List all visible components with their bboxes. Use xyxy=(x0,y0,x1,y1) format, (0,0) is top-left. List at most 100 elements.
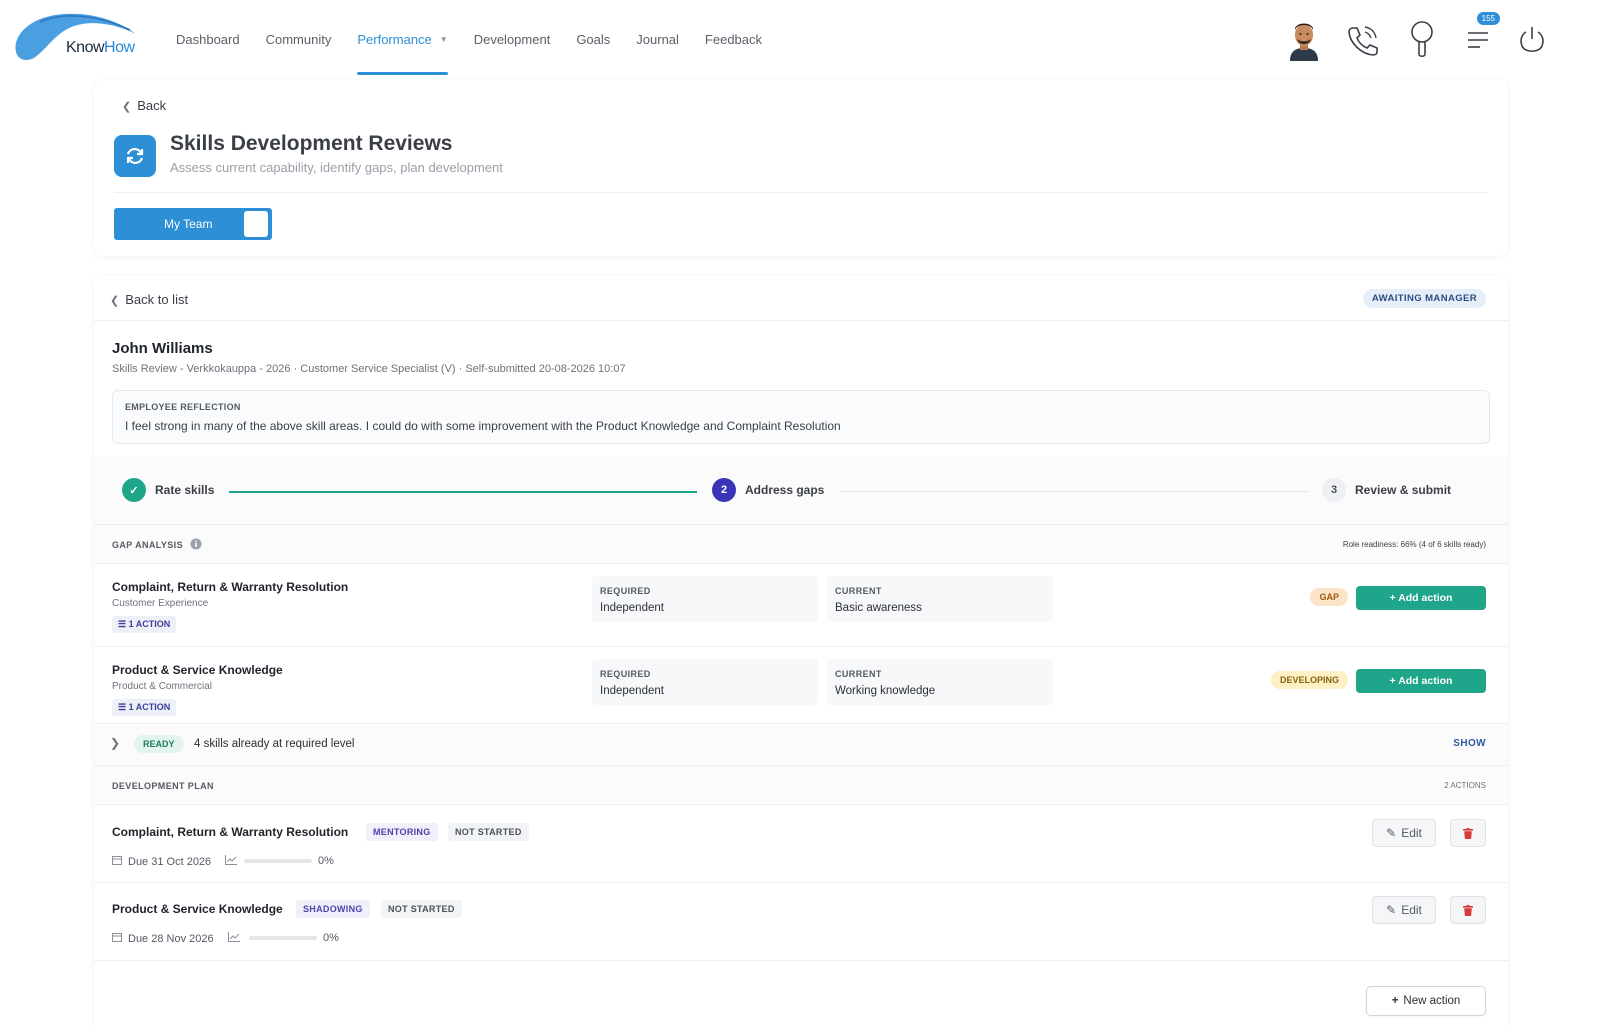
hamburger-icon xyxy=(1468,32,1488,48)
show-ready-link[interactable]: SHOW xyxy=(1453,738,1486,749)
edit-button[interactable]: ✎ Edit xyxy=(1372,819,1436,847)
chevron-left-icon: ❮ xyxy=(110,295,120,307)
menu-icon[interactable]: 155 xyxy=(1458,12,1500,62)
nav-feedback[interactable]: Feedback xyxy=(705,0,762,78)
my-team-toggle[interactable]: My Team xyxy=(114,208,272,240)
calendar-icon xyxy=(112,932,122,945)
required-level: REQUIRED Independent xyxy=(592,576,818,622)
edit-button[interactable]: ✎ Edit xyxy=(1372,896,1436,924)
step-number: 2 xyxy=(712,478,736,502)
level-label: REQUIRED xyxy=(600,586,651,596)
progress-percent: 0% xyxy=(318,855,334,867)
info-icon[interactable] xyxy=(190,537,202,555)
action-count-chip[interactable]: ☰ 1 ACTION xyxy=(112,616,177,633)
section-label: DEVELOPMENT PLAN xyxy=(112,781,214,791)
step-connector-complete xyxy=(229,491,697,493)
phone-icon[interactable] xyxy=(1342,18,1382,62)
state-tag: NOT STARTED xyxy=(381,900,462,918)
due-date: Due 31 Oct 2026 xyxy=(112,855,238,868)
level-value: Working knowledge xyxy=(835,685,936,697)
search-icon[interactable] xyxy=(1402,18,1442,62)
progress-bar xyxy=(244,859,312,863)
avatar-icon xyxy=(1290,23,1318,61)
divider xyxy=(114,192,1488,193)
level-label: REQUIRED xyxy=(600,669,651,679)
trash-icon xyxy=(1463,827,1473,839)
top-navigation-bar: KnowHow Dashboard Community Performance ▼… xyxy=(0,0,1600,78)
pencil-icon: ✎ xyxy=(1386,903,1397,917)
chevron-left-icon: ❮ xyxy=(122,101,132,113)
action-count-chip[interactable]: ☰ 1 ACTION xyxy=(112,699,177,716)
gap-status-badge: GAP xyxy=(1310,588,1348,606)
employee-reflection-box: EMPLOYEE REFLECTION I feel strong in man… xyxy=(112,390,1490,444)
page-subtitle: Assess current capability, identify gaps… xyxy=(170,160,503,175)
plan-skill-name: Product & Service Knowledge xyxy=(112,902,283,916)
nav-journal[interactable]: Journal xyxy=(636,0,679,78)
nav-performance[interactable]: Performance ▼ xyxy=(357,0,449,78)
progress-bar xyxy=(249,936,317,940)
developing-status-badge: DEVELOPING xyxy=(1270,671,1348,689)
delete-button[interactable] xyxy=(1450,819,1486,847)
development-plan-header: DEVELOPMENT PLAN 2 ACTIONS xyxy=(94,766,1508,804)
skill-category: Customer Experience xyxy=(112,598,209,609)
level-value: Independent xyxy=(600,602,664,614)
back-link[interactable]: ❮ Back xyxy=(122,98,166,113)
refresh-icon xyxy=(114,135,156,177)
notification-badge: 155 xyxy=(1476,12,1500,25)
power-button-icon xyxy=(1520,27,1544,53)
review-detail-card: ❮ Back to list AWAITING MANAGER John Will… xyxy=(94,276,1508,1027)
nav-development[interactable]: Development xyxy=(474,0,551,78)
trend-icon xyxy=(227,932,240,945)
plan-skill-name: Complaint, Return & Warranty Resolution xyxy=(112,825,349,839)
step-label: Rate skills xyxy=(155,483,215,497)
level-value: Independent xyxy=(600,685,664,697)
add-action-button[interactable]: + Add action xyxy=(1356,586,1486,610)
role-readiness: Role readiness: 66% (4 of 6 skills ready… xyxy=(1342,540,1486,549)
section-label: GAP ANALYSIS xyxy=(112,540,183,550)
step-label: Review & submit xyxy=(1355,483,1452,497)
ready-skills-row[interactable]: ❯ READY 4 skills already at required lev… xyxy=(94,724,1508,766)
user-avatar[interactable] xyxy=(1284,18,1324,62)
step-label: Address gaps xyxy=(745,483,825,497)
trend-icon xyxy=(225,855,238,868)
magnifier-icon xyxy=(1411,21,1433,58)
divider xyxy=(94,960,1508,961)
review-meta: Skills Review - Verkkokauppa - 2026 · Cu… xyxy=(112,363,626,375)
check-icon: ✓ xyxy=(122,478,146,502)
chevron-right-icon[interactable]: ❯ xyxy=(110,736,120,750)
nav-dashboard[interactable]: Dashboard xyxy=(176,0,240,78)
method-tag: SHADOWING xyxy=(296,900,370,918)
actions-count: 2 ACTIONS xyxy=(1444,781,1486,790)
level-label: CURRENT xyxy=(835,669,882,679)
page-header-card: ❮ Back Skills Development Reviews Assess … xyxy=(94,80,1508,256)
chevron-down-icon: ▼ xyxy=(439,34,448,44)
nav-goals[interactable]: Goals xyxy=(576,0,610,78)
power-icon[interactable] xyxy=(1512,18,1552,62)
employee-name: John Williams xyxy=(112,340,213,357)
step-rate-skills[interactable]: ✓ Rate skills xyxy=(122,478,214,502)
list-icon: ☰ xyxy=(118,702,129,712)
reflection-text: I feel strong in many of the above skill… xyxy=(125,419,841,433)
plus-icon: + xyxy=(1391,995,1399,1007)
phone-icon-svg xyxy=(1348,26,1378,56)
step-review-submit[interactable]: 3 Review & submit xyxy=(1322,478,1451,502)
plan-item: Product & Service Knowledge SHADOWING NO… xyxy=(94,882,1508,960)
knowhow-logo[interactable]: KnowHow xyxy=(12,12,138,64)
step-connector-pending xyxy=(840,491,1308,492)
ready-text: 4 skills already at required level xyxy=(194,738,355,750)
trash-icon xyxy=(1463,904,1473,916)
ready-badge: READY xyxy=(134,735,184,753)
nav-community[interactable]: Community xyxy=(266,0,332,78)
step-address-gaps[interactable]: 2 Address gaps xyxy=(712,478,824,502)
pencil-icon: ✎ xyxy=(1386,826,1397,840)
page-title: Skills Development Reviews xyxy=(170,132,453,155)
toggle-label: My Team xyxy=(164,217,213,231)
delete-button[interactable] xyxy=(1450,896,1486,924)
method-tag: MENTORING xyxy=(366,823,438,841)
skill-name: Complaint, Return & Warranty Resolution xyxy=(112,580,349,594)
add-action-button[interactable]: + Add action xyxy=(1356,669,1486,693)
new-action-button[interactable]: + New action xyxy=(1366,986,1486,1016)
gap-analysis-header: GAP ANALYSIS Role readiness: 66% (4 of 6… xyxy=(94,525,1508,563)
progress-stepper: ✓ Rate skills 2 Address gaps 3 Review & … xyxy=(94,456,1508,524)
back-to-list-link[interactable]: ❮ Back to list xyxy=(110,292,188,307)
